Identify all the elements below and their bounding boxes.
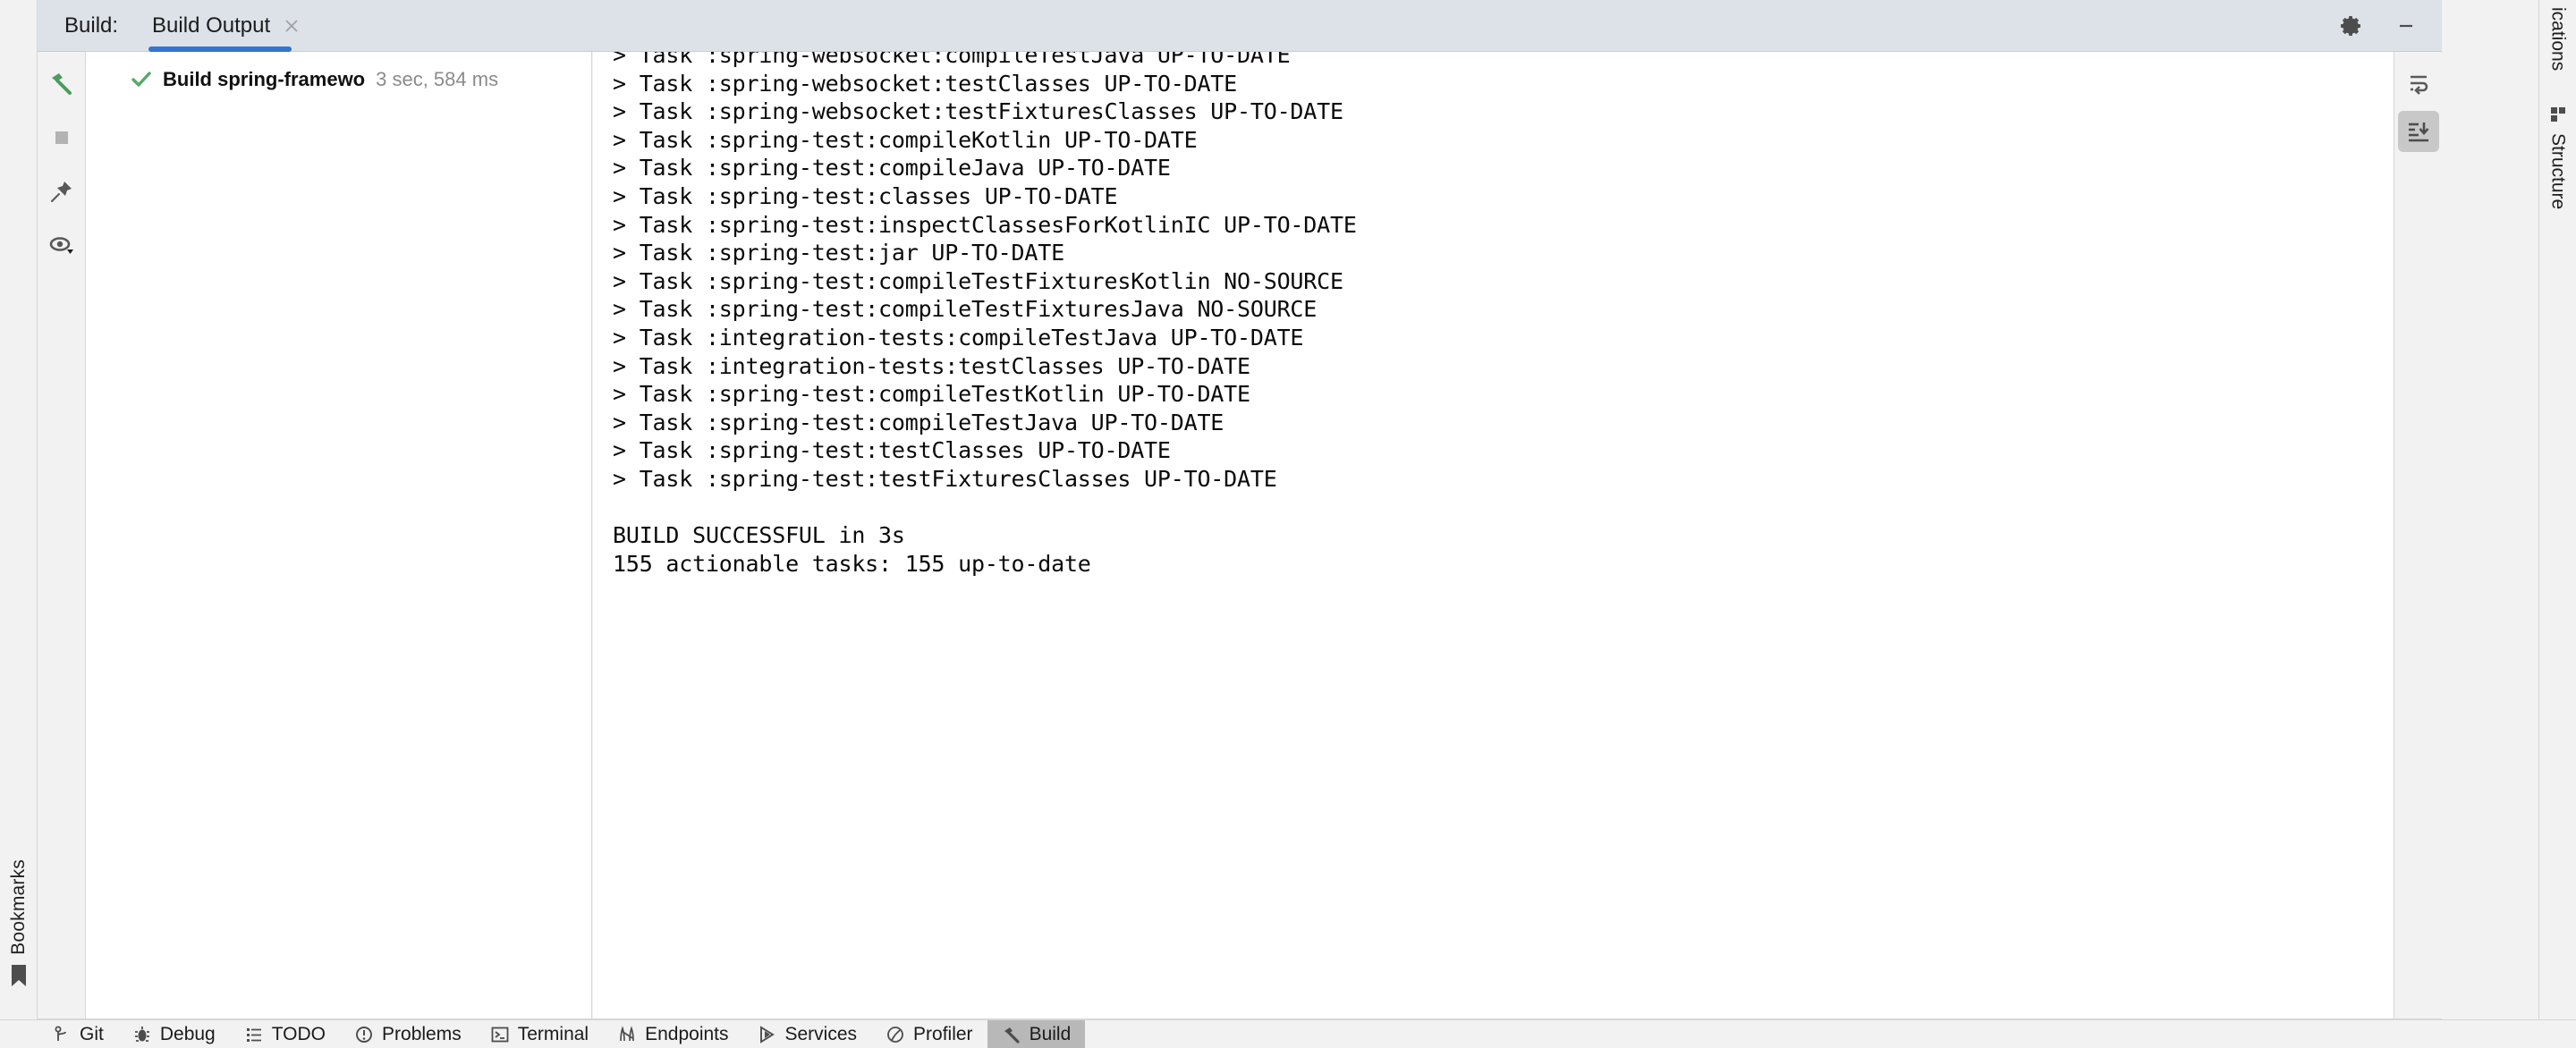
stop-build-button[interactable] [42, 118, 81, 157]
tab-active-underline [148, 46, 292, 52]
console-line: > Task :spring-test:testFixturesClasses … [613, 465, 1277, 492]
bookmarks-rail-item[interactable]: Bookmarks [0, 859, 38, 987]
console-line: > Task :integration-tests:compileTestJav… [613, 324, 1304, 351]
console-line: > Task :spring-test:compileTestFixturesJ… [613, 296, 1318, 323]
hammer-icon [51, 73, 72, 95]
statusbar-todo-label: TODO [271, 1023, 326, 1044]
console-line: > Task :spring-test:compileKotlin UP-TO-… [613, 126, 1198, 153]
tool-window-header: Build: Build Output [38, 0, 2442, 52]
structure-icon [2550, 107, 2565, 123]
console-line: > Task :spring-test:compileTestFixturesK… [613, 267, 1343, 294]
scroll-to-end-button[interactable] [2397, 111, 2439, 152]
terminal-icon [491, 1027, 509, 1042]
services-icon [759, 1025, 775, 1044]
rerun-build-button[interactable] [42, 64, 81, 104]
statusbar-profiler[interactable]: Profiler [871, 1020, 987, 1048]
statusbar-profiler-label: Profiler [913, 1023, 973, 1044]
structure-rail-item[interactable]: Structure [2547, 99, 2569, 215]
statusbar: Git Debug TODO Problems Terminal Endpoints Ser… [0, 1019, 2576, 1048]
scroll-to-end-icon [2408, 123, 2428, 142]
pin-tab-button[interactable] [42, 172, 81, 211]
list-icon [246, 1027, 261, 1042]
console-line: > Task :spring-test:compileTestKotlin UP… [613, 381, 1250, 408]
statusbar-endpoints-label: Endpoints [645, 1023, 729, 1044]
build-toolbar [38, 52, 86, 1019]
bookmarks-rail-label: Bookmarks [8, 859, 29, 955]
console-lines: > Task :spring-websocket:compileTestJava… [593, 52, 2442, 578]
tree-row-label: Build spring-framewo [163, 68, 366, 90]
console-line: > Task :spring-test:testClasses UP-TO-DA… [613, 437, 1171, 464]
green-check-icon [131, 72, 151, 87]
statusbar-debug[interactable]: Debug [118, 1020, 230, 1048]
soft-wrap-icon [2410, 75, 2428, 95]
statusbar-debug-label: Debug [159, 1023, 216, 1044]
bookmarks-rail: Bookmarks [0, 0, 38, 1019]
right-tool-rail: ications Structure [2538, 0, 2576, 1019]
ide-build-tool-window: Bookmarks Build: Build Output Build spri… [0, 0, 2576, 1048]
profiler-icon [887, 1026, 903, 1043]
statusbar-git-label: Git [80, 1023, 104, 1044]
statusbar-terminal-label: Terminal [517, 1023, 589, 1044]
console-line: > Task :spring-test:compileJava UP-TO-DA… [613, 155, 1171, 182]
statusbar-terminal[interactable]: Terminal [476, 1020, 603, 1048]
tree-row[interactable]: Build spring-framewo 3 sec, 584 ms [86, 64, 591, 95]
statusbar-todo[interactable]: TODO [230, 1020, 340, 1048]
build-tree-panel[interactable]: Build spring-framewo 3 sec, 584 ms [86, 52, 592, 1019]
console-line: > Task :integration-tests:testClasses UP… [613, 352, 1250, 379]
console-line: > Task :spring-websocket:testFixturesCla… [613, 98, 1343, 125]
console-line: > Task :spring-websocket:compileTestJava… [613, 52, 1291, 68]
build-output-console[interactable]: > Task :spring-websocket:compileTestJava… [593, 52, 2442, 1019]
endpoints-icon [620, 1025, 634, 1041]
gear-icon[interactable] [2338, 13, 2363, 38]
console-line: > Task :spring-test:jar UP-TO-DATE [613, 240, 1064, 266]
console-line: > Task :spring-websocket:testClasses UP-… [613, 70, 1238, 97]
pin-icon [50, 182, 72, 202]
tool-window-header-actions [2338, 13, 2442, 38]
stop-square-icon [55, 131, 68, 144]
tab-build-output[interactable]: Build Output [148, 0, 304, 52]
statusbar-services[interactable]: Services [743, 1020, 872, 1048]
statusbar-endpoints[interactable]: Endpoints [603, 1020, 742, 1048]
close-icon[interactable] [283, 17, 301, 35]
statusbar-build-label: Build [1029, 1023, 1072, 1044]
statusbar-problems-label: Problems [382, 1023, 462, 1044]
console-right-toolbar [2394, 52, 2442, 1019]
statusbar-build[interactable]: Build [987, 1020, 1086, 1048]
tree-row-duration: 3 sec, 584 ms [376, 68, 499, 90]
statusbar-problems[interactable]: Problems [340, 1020, 476, 1048]
bug-icon [134, 1026, 149, 1042]
notifications-rail-item[interactable]: ications [2547, 2, 2569, 76]
console-line: > Task :spring-test:inspectClassesForKot… [613, 211, 1357, 238]
statusbar-git[interactable]: Git [38, 1020, 118, 1048]
tab-build-output-label: Build Output [152, 13, 271, 38]
tool-window-title: Build: [64, 13, 119, 38]
hammer-icon [1004, 1027, 1020, 1044]
structure-rail-label: Structure [2547, 133, 2569, 210]
git-branch-icon [55, 1026, 66, 1041]
minimize-icon[interactable] [2394, 13, 2419, 38]
console-line: > Task :spring-test:classes UP-TO-DATE [613, 182, 1118, 209]
toggle-view-button[interactable] [42, 225, 81, 265]
console-line: 155 actionable tasks: 155 up-to-date [613, 550, 1091, 577]
console-line: BUILD SUCCESSFUL in 3s [613, 522, 905, 549]
warning-circle-icon [356, 1026, 372, 1043]
statusbar-services-label: Services [784, 1023, 858, 1044]
eye-dropdown-icon [49, 237, 73, 254]
notifications-rail-label: ications [2547, 7, 2569, 72]
bookmark-icon [12, 965, 26, 986]
console-line: > Task :spring-test:compileTestJava UP-T… [613, 409, 1224, 435]
soft-wrap-button[interactable] [2398, 63, 2439, 104]
